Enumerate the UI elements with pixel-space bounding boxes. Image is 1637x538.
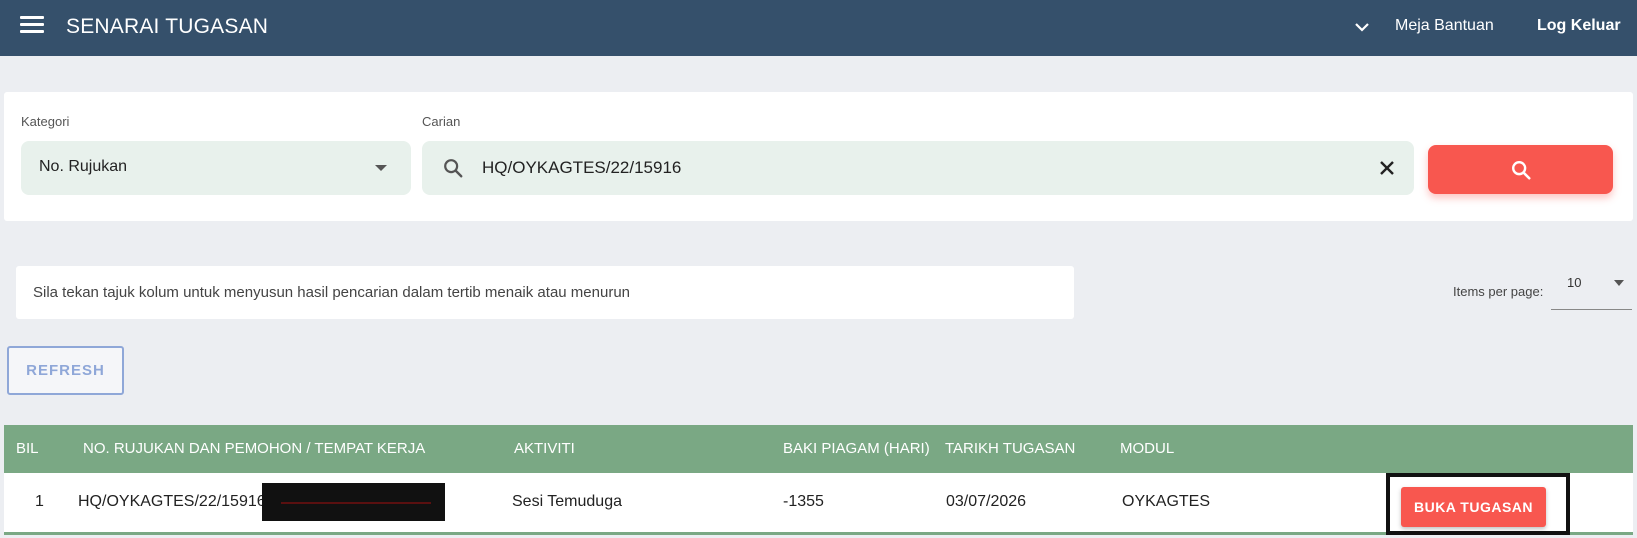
menu-icon[interactable] — [20, 16, 44, 38]
category-select-value: No. Rujukan — [39, 158, 128, 175]
items-per-page-value: 10 — [1567, 275, 1582, 290]
search-field — [422, 141, 1414, 195]
table-row: 1 HQ/OYKAGTES/22/15916 Sesi Temuduga -13… — [4, 473, 1633, 535]
help-desk-link[interactable]: Meja Bantuan — [1395, 17, 1494, 35]
logout-link[interactable]: Log Keluar — [1537, 17, 1621, 35]
chevron-down-icon[interactable] — [1352, 17, 1372, 37]
cell-baki: -1355 — [783, 493, 824, 510]
close-icon[interactable] — [1376, 157, 1398, 179]
page-title: SENARAI TUGASAN — [66, 15, 269, 38]
items-per-page-label: Items per page: — [1453, 284, 1544, 299]
search-icon — [1512, 161, 1531, 180]
cell-aktiviti: Sesi Temuduga — [512, 493, 622, 510]
column-header-baki[interactable]: BAKI PIAGAM (HARI) — [783, 440, 930, 457]
column-header-rujukan[interactable]: NO. RUJUKAN DAN PEMOHON / TEMPAT KERJA — [83, 440, 425, 457]
top-app-bar: SENARAI TUGASAN Meja Bantuan Log Keluar — [0, 0, 1637, 56]
action-highlight: BUKA TUGASAN — [1386, 473, 1570, 535]
column-header-modul[interactable]: MODUL — [1120, 440, 1174, 457]
open-task-button[interactable]: BUKA TUGASAN — [1401, 487, 1546, 527]
column-header-aktiviti[interactable]: AKTIVITI — [514, 440, 575, 457]
column-header-tarikh[interactable]: TARIKH TUGASAN — [945, 440, 1075, 457]
items-per-page-select[interactable]: 10 — [1551, 272, 1632, 310]
task-table: BIL NO. RUJUKAN DAN PEMOHON / TEMPAT KER… — [4, 425, 1633, 538]
refresh-button[interactable]: REFRESH — [7, 346, 124, 395]
cell-tarikh: 03/07/2026 — [946, 493, 1027, 510]
redacted-applicant-strike — [281, 502, 431, 504]
dropdown-caret-icon — [1614, 280, 1624, 286]
search-label: Carian — [422, 114, 461, 129]
dropdown-caret-icon — [375, 165, 387, 171]
sort-hint: Sila tekan tajuk kolum untuk menyusun ha… — [16, 266, 1074, 319]
column-header-bil[interactable]: BIL — [16, 440, 39, 457]
table-header: BIL NO. RUJUKAN DAN PEMOHON / TEMPAT KER… — [4, 425, 1633, 473]
search-icon — [444, 159, 463, 178]
category-label: Kategori — [21, 114, 70, 129]
search-button[interactable] — [1428, 145, 1613, 194]
cell-bil: 1 — [35, 493, 44, 510]
category-select[interactable]: No. Rujukan — [21, 141, 411, 195]
search-input[interactable] — [482, 151, 1342, 185]
cell-rujukan: HQ/OYKAGTES/22/15916 — [78, 493, 266, 510]
cell-modul: OYKAGTES — [1122, 493, 1211, 510]
